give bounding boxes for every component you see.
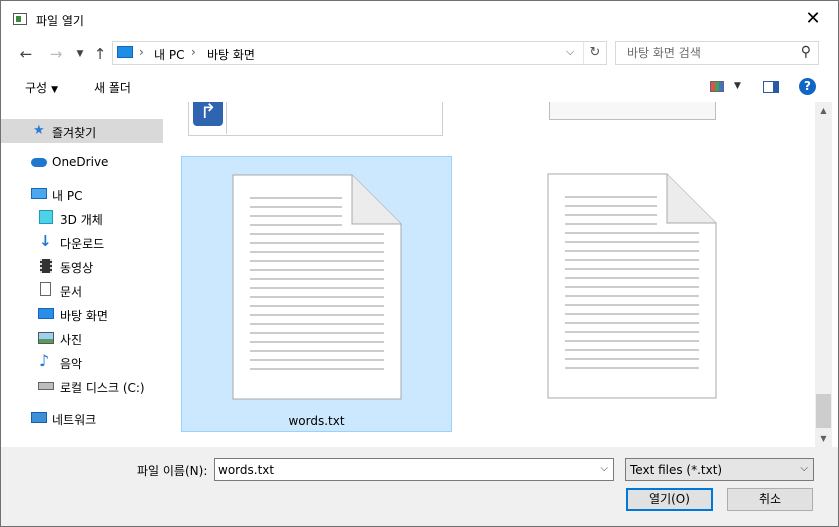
nav-item-downloads[interactable]: ↓ 다운로드	[1, 230, 163, 254]
network-icon	[31, 412, 47, 423]
drive-icon	[38, 382, 54, 390]
address-row: ← → ▼ ↑ › 내 PC › 바탕 화면 ⌵ ↻ ⚲	[1, 39, 838, 71]
scroll-up-icon[interactable]: ▲	[815, 102, 832, 119]
nav-item-desktop[interactable]: 바탕 화면	[1, 302, 163, 326]
scroll-down-icon[interactable]: ▼	[815, 430, 832, 447]
change-view-icon[interactable]	[710, 81, 724, 92]
dialog-footer: 파일 이름(N): words.txt ⌵ Text files (*.txt)…	[1, 447, 838, 526]
nav-label: 네트워크	[52, 413, 97, 427]
text-file-icon	[547, 173, 717, 399]
picture-icon	[38, 332, 54, 344]
nav-label: 다운로드	[60, 237, 105, 251]
file-open-dialog: 파일 열기 ✕ ← → ▼ ↑ › 내 PC › 바탕 화면 ⌵ ↻ ⚲ 구성▼…	[0, 0, 839, 527]
close-button[interactable]: ✕	[794, 5, 832, 33]
file-item-words-txt[interactable]: words.txt	[181, 156, 452, 432]
desktop-icon	[38, 308, 54, 319]
nav-item-pictures[interactable]: 사진	[1, 326, 163, 350]
nav-label: 바탕 화면	[60, 309, 108, 323]
new-folder-button[interactable]: 새 폴더	[94, 79, 131, 96]
file-type-value: Text files (*.txt)	[630, 463, 723, 477]
organize-label: 구성	[25, 81, 48, 95]
nav-label: 음악	[60, 357, 83, 371]
scroll-thumb[interactable]	[816, 394, 831, 428]
nav-item-documents[interactable]: 문서	[1, 278, 163, 302]
search-box[interactable]: ⚲	[615, 41, 819, 65]
nav-label: 3D 개체	[60, 213, 103, 227]
filename-field[interactable]: words.txt ⌵	[214, 458, 614, 481]
nav-item-onedrive[interactable]: OneDrive	[1, 150, 163, 174]
file-item-text-document[interactable]	[497, 156, 768, 432]
nav-item-videos[interactable]: 동영상	[1, 254, 163, 278]
window-title: 파일 열기	[36, 14, 84, 28]
cloud-icon	[31, 158, 47, 167]
address-bar[interactable]: › 내 PC › 바탕 화면 ⌵ ↻	[112, 41, 607, 65]
nav-item-music[interactable]: ♪ 음악	[1, 350, 163, 374]
shortcut-arrow-icon: ↱	[193, 102, 223, 126]
app-icon	[13, 13, 27, 25]
view-menu-chevron-icon[interactable]: ▼	[734, 81, 741, 91]
filename-label: 파일 이름(N):	[137, 464, 208, 478]
nav-label: OneDrive	[52, 155, 109, 169]
address-dropdown-icon[interactable]: ⌵	[566, 45, 574, 59]
breadcrumb-desktop[interactable]: 바탕 화면	[207, 46, 255, 63]
organize-button[interactable]: 구성 ▼	[25, 79, 58, 96]
command-bar: 구성 ▼ 새 폴더 ▼ ?	[1, 71, 838, 102]
music-note-icon: ♪	[39, 351, 50, 370]
nav-label: 내 PC	[52, 189, 83, 203]
nav-label: 문서	[60, 285, 83, 299]
breadcrumb-separator-icon: ›	[139, 45, 144, 59]
pc-icon	[117, 46, 133, 58]
film-icon	[40, 259, 52, 273]
navigation-pane: ★ 즐겨찾기 OneDrive 내 PC 3D 개체 ↓ 다운로드 동영상 문서	[1, 102, 172, 447]
document-icon	[40, 282, 51, 296]
chevron-down-icon[interactable]: ⌵	[600, 463, 608, 474]
text-file-icon	[232, 174, 402, 400]
nav-label: 로컬 디스크 (C:)	[60, 381, 145, 395]
recent-locations-chevron-icon[interactable]: ▼	[69, 43, 91, 65]
shortcut-item[interactable]: ↱	[188, 102, 443, 136]
help-icon[interactable]: ?	[799, 78, 816, 95]
nav-label: 동영상	[60, 261, 94, 275]
file-list: ↱ words.txt	[172, 102, 815, 447]
nav-item-local-disk[interactable]: 로컬 디스크 (C:)	[1, 374, 163, 398]
nav-label: 사진	[60, 333, 83, 347]
chevron-down-icon: ⌵	[800, 463, 808, 474]
back-arrow-icon[interactable]: ←	[15, 43, 37, 65]
search-icon[interactable]: ⚲	[801, 44, 811, 60]
star-icon: ★	[33, 123, 45, 138]
computer-icon	[31, 188, 47, 199]
breadcrumb-separator-icon: ›	[191, 45, 196, 59]
chevron-down-icon: ▼	[51, 85, 59, 95]
download-arrow-icon: ↓	[39, 232, 52, 250]
preview-pane-icon[interactable]	[763, 81, 779, 93]
open-button[interactable]: 열기(O)	[626, 488, 713, 511]
cancel-button[interactable]: 취소	[727, 488, 813, 511]
nav-label: 즐겨찾기	[52, 126, 97, 140]
divider	[226, 102, 227, 134]
vertical-scrollbar[interactable]: ▲ ▼	[815, 102, 832, 447]
nav-item-quick-access[interactable]: ★ 즐겨찾기	[1, 119, 163, 143]
cube-icon	[39, 210, 53, 224]
breadcrumb-this-pc[interactable]: 내 PC	[154, 46, 184, 63]
up-arrow-icon[interactable]: ↑	[89, 43, 111, 65]
title-bar: 파일 열기 ✕	[1, 1, 838, 39]
search-input[interactable]	[616, 42, 802, 64]
file-type-select[interactable]: Text files (*.txt) ⌵	[625, 458, 814, 481]
forward-arrow-icon[interactable]: →	[45, 43, 67, 65]
nav-item-network[interactable]: 네트워크	[1, 406, 163, 430]
document-item[interactable]	[549, 102, 716, 120]
file-name: words.txt	[288, 414, 345, 428]
nav-item-this-pc[interactable]: 내 PC	[1, 182, 163, 206]
refresh-icon[interactable]: ↻	[583, 42, 606, 64]
filename-value: words.txt	[218, 463, 275, 477]
nav-item-3d-objects[interactable]: 3D 개체	[1, 206, 163, 230]
